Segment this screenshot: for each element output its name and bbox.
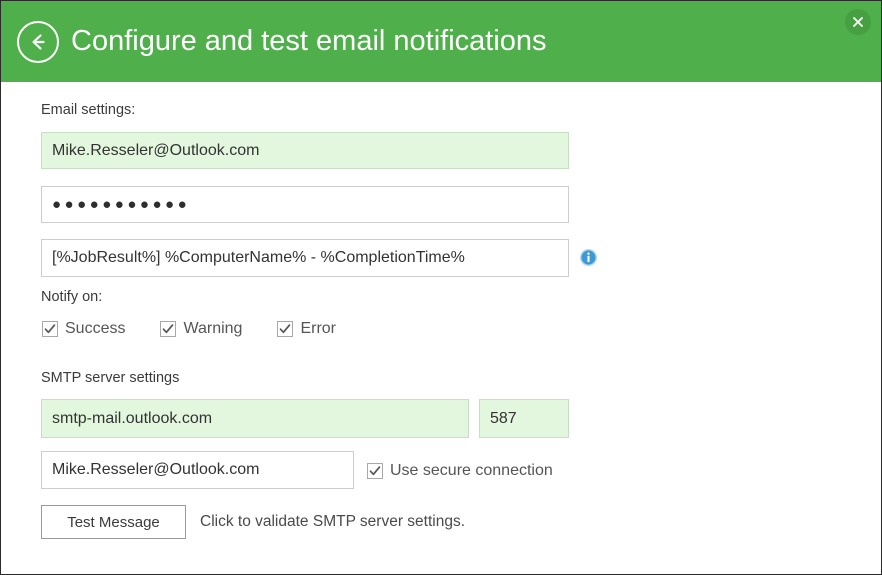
email-subject-value: [%JobResult%] %ComputerName% - %Completi… (52, 250, 465, 266)
checkbox-error-label: Error (300, 320, 336, 338)
checkbox-box-icon (367, 463, 383, 479)
checkbox-success-label: Success (65, 320, 125, 338)
dialog-header: Configure and test email notifications (1, 1, 881, 82)
notify-on-label: Notify on: (41, 289, 102, 305)
checkbox-box-icon (277, 321, 293, 337)
smtp-settings-label: SMTP server settings (41, 370, 179, 386)
test-message-button[interactable]: Test Message (41, 505, 186, 539)
checkbox-error[interactable]: Error (277, 320, 336, 338)
page-title: Configure and test email notifications (71, 27, 547, 56)
email-address-value: Mike.Resseler@Outlook.com (52, 143, 259, 159)
info-icon[interactable] (579, 248, 598, 267)
email-address-input[interactable]: Mike.Resseler@Outlook.com (41, 132, 569, 169)
checkbox-use-secure-connection-label: Use secure connection (390, 462, 553, 480)
smtp-port-input[interactable]: 587 (479, 399, 569, 438)
smtp-sender-value: Mike.Resseler@Outlook.com (52, 462, 259, 478)
smtp-sender-input[interactable]: Mike.Resseler@Outlook.com (41, 451, 354, 489)
checkbox-warning-label: Warning (183, 320, 242, 338)
smtp-server-input[interactable]: smtp-mail.outlook.com (41, 399, 469, 438)
email-notifications-dialog: Configure and test email notifications E… (0, 0, 882, 575)
secure-connection-row: Use secure connection (367, 462, 553, 480)
checkbox-use-secure-connection[interactable]: Use secure connection (367, 462, 553, 480)
test-message-button-label: Test Message (67, 514, 160, 531)
checkbox-success[interactable]: Success (42, 320, 125, 338)
email-password-value: ●●●●●●●●●●● (52, 197, 190, 212)
back-arrow-circle-icon[interactable] (17, 21, 59, 63)
email-settings-label: Email settings: (41, 102, 135, 118)
notify-options-row: Success Warning Error (42, 320, 336, 338)
close-icon[interactable] (845, 9, 871, 35)
checkbox-warning[interactable]: Warning (160, 320, 242, 338)
checkbox-box-icon (160, 321, 176, 337)
email-subject-input[interactable]: [%JobResult%] %ComputerName% - %Completi… (41, 239, 569, 277)
email-password-input[interactable]: ●●●●●●●●●●● (41, 186, 569, 223)
dialog-body: Email settings: Mike.Resseler@Outlook.co… (1, 82, 881, 574)
smtp-server-value: smtp-mail.outlook.com (52, 411, 212, 427)
smtp-port-value: 587 (490, 411, 517, 427)
checkbox-box-icon (42, 321, 58, 337)
test-message-hint: Click to validate SMTP server settings. (200, 513, 465, 531)
